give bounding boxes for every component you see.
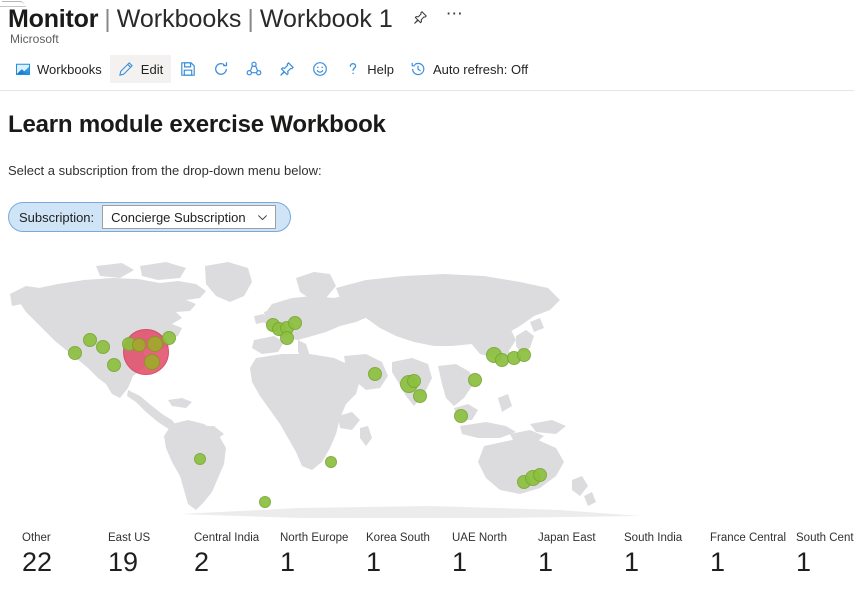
map-bubble[interactable] <box>68 346 82 360</box>
map-bubble[interactable] <box>147 336 163 352</box>
workbooks-icon <box>14 61 31 78</box>
breadcrumb: Monitor | Workbooks | Workbook 1 ⋯ <box>8 4 854 34</box>
map-bubble[interactable] <box>162 331 176 345</box>
region-stat[interactable]: Central India 2 <box>194 531 280 603</box>
region-stat-label: Central India <box>194 532 260 544</box>
window-titlebar: Monitor | Workbooks | Workbook 1 ⋯ Micro… <box>0 0 854 48</box>
toolbar-save-button[interactable] <box>171 55 204 83</box>
region-stat[interactable]: North Europe 1 <box>280 531 366 603</box>
region-stat[interactable]: France Central 1 <box>710 531 796 603</box>
region-stat[interactable]: South India 1 <box>624 531 710 603</box>
window-subtitle: Microsoft <box>10 32 59 46</box>
world-map-landmass <box>10 262 640 518</box>
map-bubble[interactable] <box>533 468 547 482</box>
feedback-smiley-icon <box>311 61 328 78</box>
subscription-selected-value: Concierge Subscription <box>111 209 246 225</box>
map-bubble[interactable] <box>368 367 382 381</box>
region-stat-value: 19 <box>108 547 139 577</box>
map-bubble[interactable] <box>288 316 302 330</box>
region-stat-label: South India <box>624 532 683 544</box>
question-mark-icon <box>344 61 361 78</box>
toolbar-workbooks-label: Workbooks <box>37 61 102 77</box>
pencil-icon <box>118 61 135 78</box>
page-title: Learn module exercise Workbook <box>8 111 386 138</box>
region-stat-label: UAE North <box>452 532 507 544</box>
subscription-dropdown[interactable]: Concierge Subscription <box>102 205 276 229</box>
breadcrumb-separator-2: | <box>247 5 254 33</box>
region-stat[interactable]: Other 22 <box>22 531 108 603</box>
breadcrumb-separator-1: | <box>104 5 111 33</box>
region-stat[interactable]: Korea South 1 <box>366 531 452 603</box>
breadcrumb-workbook-1[interactable]: Workbook 1 <box>260 4 393 34</box>
map-bubble[interactable] <box>83 333 97 347</box>
map-bubble[interactable] <box>194 453 206 465</box>
region-stat[interactable]: Japan East 1 <box>538 531 624 603</box>
region-stat-label: Korea South <box>366 532 430 544</box>
toolbar-edit-button[interactable]: Edit <box>109 55 172 83</box>
region-stat-value: 1 <box>538 547 554 577</box>
save-icon <box>179 61 196 78</box>
map-bubble[interactable] <box>325 456 337 468</box>
map-bubble[interactable] <box>144 354 160 370</box>
region-stat-label: Japan East <box>538 532 596 544</box>
region-stat-value: 2 <box>194 547 210 577</box>
toolbar-feedback-button[interactable] <box>303 55 336 83</box>
region-stat[interactable]: South Central US 1 <box>796 531 854 603</box>
region-stat-label: France Central <box>710 532 787 544</box>
region-stat-label: North Europe <box>280 532 349 544</box>
toolbar-auto-refresh-label: Auto refresh: Off <box>432 61 529 77</box>
clock-history-icon <box>410 61 427 78</box>
map-bubble[interactable] <box>413 389 427 403</box>
map-bubble[interactable] <box>407 374 421 388</box>
toolbar-help-label: Help <box>367 61 394 77</box>
map-bubble[interactable] <box>517 348 531 362</box>
share-icon <box>245 61 262 78</box>
pin-icon[interactable] <box>411 7 431 27</box>
region-stat-label: Other <box>22 532 51 544</box>
toolbar-pin-button[interactable] <box>270 55 303 83</box>
toolbar-refresh-button[interactable] <box>204 55 237 83</box>
toolbar-workbooks-button[interactable]: Workbooks <box>6 55 110 83</box>
titlebar-actions: ⋯ <box>411 5 465 31</box>
map-bubble[interactable] <box>132 338 146 352</box>
region-stats-strip: Other 22 East US 19 Central India 2 North Euro… <box>0 531 854 603</box>
toolbar-help-button[interactable]: Help <box>336 55 402 83</box>
region-stat-value: 1 <box>280 547 296 577</box>
map-bubble[interactable] <box>107 358 121 372</box>
region-stat-label: South Central US <box>796 532 854 544</box>
region-stat[interactable]: UAE North 1 <box>452 531 538 603</box>
subscription-parameter: Subscription: Concierge Subscription <box>8 202 291 232</box>
browser-tab-nub <box>0 0 26 7</box>
toolbar-auto-refresh-button[interactable]: Auto refresh: Off <box>402 55 536 83</box>
breadcrumb-monitor[interactable]: Monitor <box>8 4 98 34</box>
region-stat-value: 1 <box>452 547 468 577</box>
map-bubble[interactable] <box>259 496 271 508</box>
region-stat-value: 1 <box>624 547 640 577</box>
map-bubble[interactable] <box>96 340 110 354</box>
map-bubble[interactable] <box>468 373 482 387</box>
subscription-label: Subscription: <box>19 209 95 225</box>
instruction-text: Select a subscription from the drop-down… <box>8 163 322 178</box>
map-bubble[interactable] <box>280 331 294 345</box>
ellipsis-icon[interactable]: ⋯ <box>445 5 465 27</box>
breadcrumb-workbooks[interactable]: Workbooks <box>117 4 242 34</box>
command-toolbar: Workbooks Edit Help Auto refresh: Off <box>0 54 854 91</box>
map-bubble[interactable] <box>454 409 468 423</box>
toolbar-edit-label: Edit <box>140 61 164 77</box>
region-stat-value: 1 <box>366 547 382 577</box>
region-stat-value: 22 <box>22 547 53 577</box>
refresh-icon <box>212 61 229 78</box>
world-map-visualization[interactable] <box>0 248 854 518</box>
region-stat-value: 1 <box>710 547 726 577</box>
chevron-down-icon <box>256 211 269 224</box>
workbook-content: Learn module exercise Workbook Select a … <box>0 111 854 518</box>
region-stat-value: 1 <box>796 547 812 577</box>
region-stat-label: East US <box>108 532 151 544</box>
region-stat[interactable]: East US 19 <box>108 531 194 603</box>
pin-icon <box>278 61 295 78</box>
toolbar-share-button[interactable] <box>237 55 270 83</box>
